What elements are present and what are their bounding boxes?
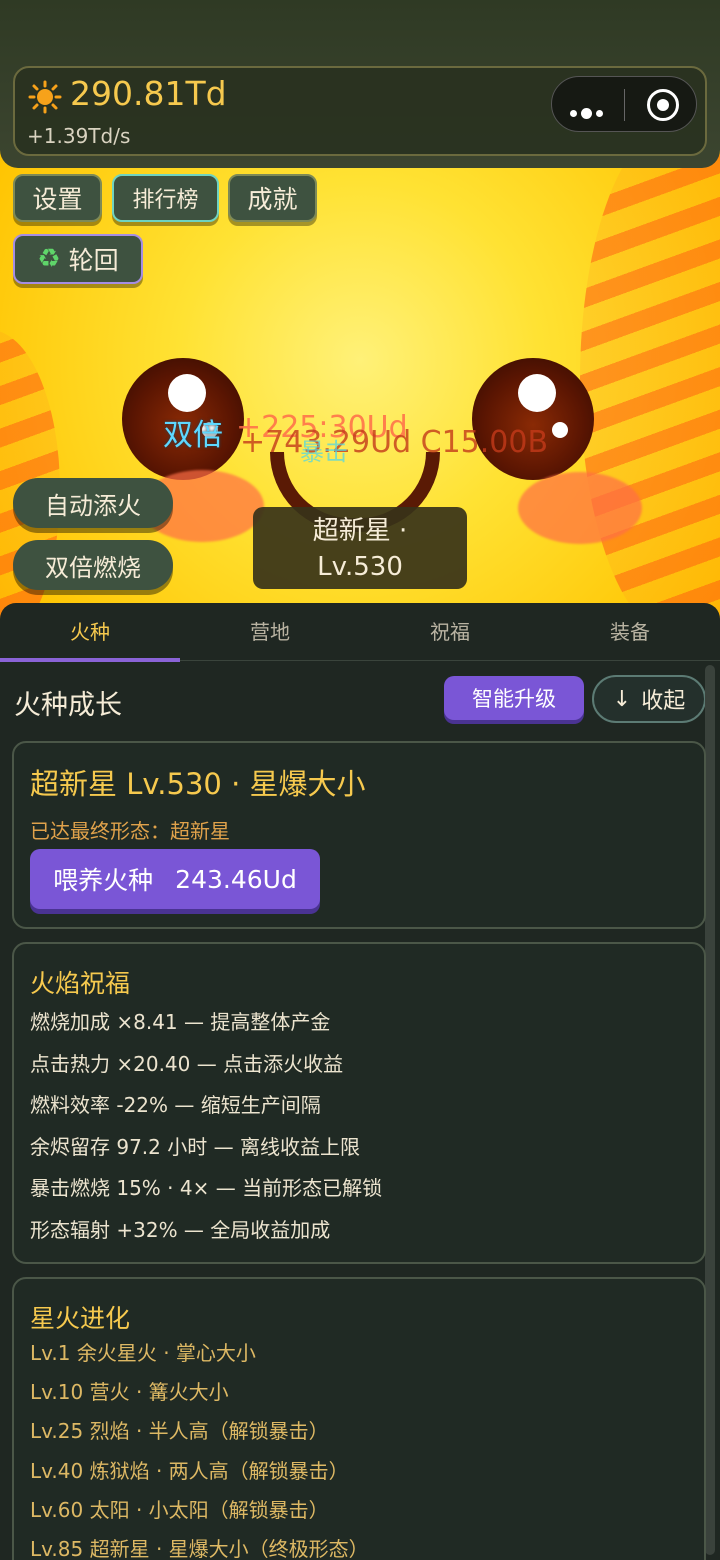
blessing-item: 点击热力 ×20.40 — 点击添火收益 [30, 1051, 344, 1076]
right-eye [472, 358, 594, 480]
evolution-item: Lv.85 超新星 · 星爆大小（终极形态） [30, 1536, 369, 1560]
bottom-panel: 火种 营地 祝福 装备 火种成长 智能升级 ↓ 收起 超新星 Lv.530 · … [0, 603, 720, 1560]
energy-rate: +1.39Td/s [27, 124, 131, 148]
evolution-item: Lv.40 炼狱焰 · 两人高（解锁暴击） [30, 1458, 349, 1483]
fire-card-title: 超新星 Lv.530 · 星爆大小 [30, 767, 366, 801]
fire-card-subtitle: 已达最终形态：超新星 [30, 819, 230, 843]
reincarnate-label: 轮回 [68, 246, 119, 275]
feed-cost: 243.46Ud [175, 864, 297, 894]
blessing-item: 形态辐射 +32% — 全局收益加成 [30, 1217, 331, 1242]
double-burn-label: 双倍燃烧 [45, 553, 141, 582]
auto-fire-label: 自动添火 [45, 491, 141, 520]
mini-program-capsule [551, 76, 697, 132]
tab-fire[interactable]: 火种 [0, 603, 180, 661]
blessings-card: 火焰祝福 燃烧加成 ×8.41 — 提高整体产金 点击热力 ×20.40 — 点… [12, 942, 706, 1264]
evolution-item: Lv.1 余火星火 · 掌心大小 [30, 1341, 256, 1365]
double-burn-button[interactable]: 双倍燃烧 [13, 540, 173, 590]
evolution-list: Lv.1 余火星火 · 掌心大小 Lv.10 营火 · 篝火大小 Lv.25 烈… [30, 1339, 369, 1560]
evolution-card: 星火进化 Lv.1 余火星火 · 掌心大小 Lv.10 营火 · 篝火大小 Lv… [12, 1277, 706, 1560]
smart-upgrade-label: 智能升级 [472, 687, 556, 711]
collapse-label: 收起 [641, 689, 686, 714]
reincarnate-button[interactable]: ♻ 轮回 [13, 234, 143, 284]
fire-growth-card: 超新星 Lv.530 · 星爆大小 已达最终形态：超新星 喂养火种 243.46… [12, 741, 706, 929]
smart-upgrade-button[interactable]: 智能升级 [444, 676, 584, 720]
tab-camp[interactable]: 营地 [180, 603, 360, 661]
active-tab-indicator [0, 658, 180, 662]
top-bar: 290.81Td +1.39Td/s [0, 0, 720, 168]
section-title: 火种成长 [14, 690, 122, 721]
leaderboard-button[interactable]: 排行榜 [112, 174, 219, 222]
float-text-crit: 暴击 [300, 438, 348, 466]
evolution-item: Lv.60 太阳 · 小太阳（解锁暴击） [30, 1497, 329, 1522]
sun-rays [580, 120, 720, 620]
stage-badge: 超新星 · Lv.530 [253, 507, 467, 589]
settings-button[interactable]: 设置 [13, 174, 102, 222]
stage-level: Lv.530 [317, 552, 403, 582]
more-dots-icon[interactable] [570, 102, 607, 121]
achievements-label: 成就 [247, 185, 298, 214]
achievements-button[interactable]: 成就 [228, 174, 317, 222]
tab-equipment[interactable]: 装备 [540, 603, 720, 661]
sun-icon [28, 80, 62, 114]
settings-label: 设置 [32, 185, 83, 214]
float-text-double: 双倍 [163, 418, 223, 453]
right-blush [518, 472, 642, 544]
auto-fire-button[interactable]: 自动添火 [13, 478, 173, 528]
scrollbar[interactable] [705, 665, 715, 1555]
stage-name: 超新星 · [312, 516, 408, 546]
evolution-item: Lv.25 烈焰 · 半人高（解锁暴击） [30, 1419, 329, 1444]
blessing-item: 暴击燃烧 15% · 4× — 当前形态已解锁 [30, 1176, 383, 1201]
blessing-item: 燃烧加成 ×8.41 — 提高整体产金 [30, 1010, 331, 1034]
recycle-icon: ♻ [37, 244, 61, 274]
feed-label: 喂养火种 [53, 866, 154, 895]
tab-blessing[interactable]: 祝福 [360, 603, 540, 661]
energy-value: 290.81Td [70, 74, 227, 113]
arrow-down-icon: ↓ [612, 686, 632, 712]
blessings-title: 火焰祝福 [30, 969, 131, 998]
blessings-list: 燃烧加成 ×8.41 — 提高整体产金 点击热力 ×20.40 — 点击添火收益… [30, 1008, 382, 1258]
blessing-item: 余烬留存 97.2 小时 — 离线收益上限 [30, 1134, 360, 1159]
collapse-button[interactable]: ↓ 收起 [592, 675, 706, 723]
evolution-title: 星火进化 [30, 1304, 131, 1333]
float-text-gain-2: +743.29Ud C15.00B [240, 425, 549, 460]
blessing-item: 燃料效率 -22% — 缩短生产间隔 [30, 1093, 321, 1118]
tab-bar: 火种 营地 祝福 装备 [0, 603, 720, 662]
leaderboard-label: 排行榜 [132, 188, 199, 213]
evolution-item: Lv.10 营火 · 篝火大小 [30, 1380, 229, 1405]
target-icon[interactable] [647, 89, 679, 121]
feed-fire-button[interactable]: 喂养火种 243.46Ud [30, 849, 320, 909]
